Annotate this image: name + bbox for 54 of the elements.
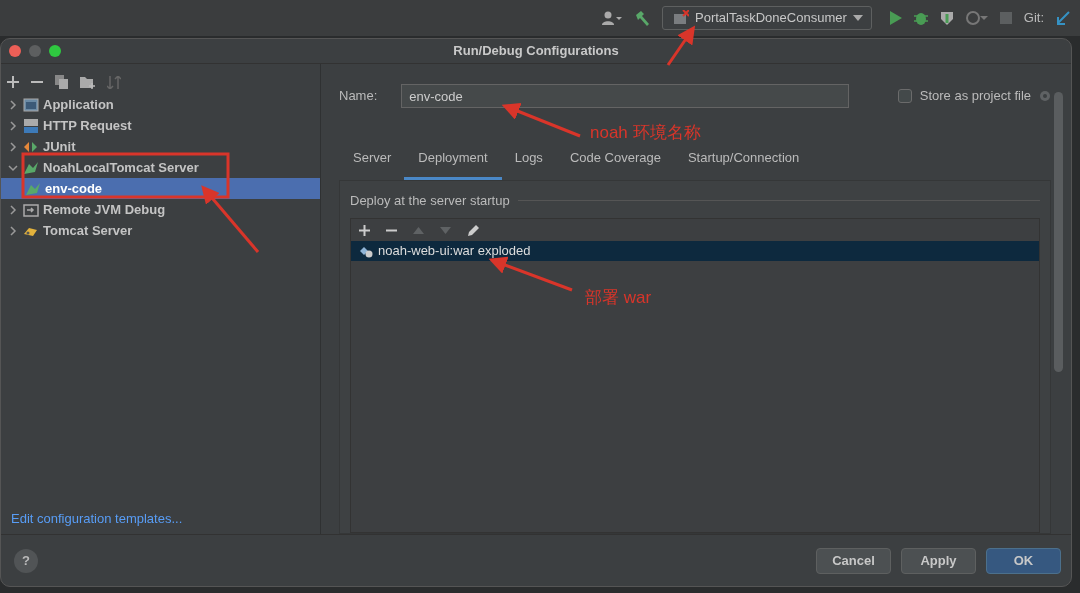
copy-icon[interactable] bbox=[55, 75, 68, 89]
help-button[interactable]: ? bbox=[14, 548, 38, 573]
http-icon bbox=[23, 117, 39, 134]
tree-item[interactable]: Remote JVM Debug bbox=[1, 199, 320, 220]
chevron-icon[interactable] bbox=[7, 140, 19, 153]
annotation-label: 部署 war bbox=[585, 287, 652, 309]
tab[interactable]: Server bbox=[353, 148, 392, 180]
new-folder-icon[interactable] bbox=[80, 75, 95, 89]
checkbox-label: Store as project file bbox=[919, 87, 1031, 106]
vcs-label: Git: bbox=[1023, 9, 1044, 28]
annotation-arrow bbox=[666, 25, 696, 66]
caret-icon bbox=[852, 15, 863, 21]
configuration-icon bbox=[673, 10, 690, 26]
chevron-icon[interactable] bbox=[7, 119, 19, 132]
user-icon[interactable] bbox=[602, 11, 623, 25]
tree-item[interactable]: Application bbox=[1, 94, 320, 115]
tree-item[interactable]: JUnit bbox=[1, 136, 320, 157]
section-title: Deploy at the server startup bbox=[350, 191, 510, 210]
tab[interactable]: Code Coverage bbox=[569, 148, 661, 180]
update-icon[interactable] bbox=[1056, 11, 1070, 25]
annotation-label: noah 环境名称 bbox=[590, 122, 701, 144]
remote-icon bbox=[23, 201, 39, 218]
name-field[interactable]: env-code bbox=[401, 84, 850, 108]
apply-button[interactable]: Apply bbox=[901, 547, 976, 574]
tab[interactable]: Startup/Connection bbox=[687, 148, 800, 180]
scrollbar[interactable] bbox=[1054, 92, 1063, 372]
artifact-icon bbox=[359, 244, 373, 258]
edit-icon[interactable] bbox=[467, 223, 480, 237]
cancel-button[interactable]: Cancel bbox=[816, 547, 891, 574]
tree-item[interactable]: NoahLocalTomcat Server bbox=[1, 157, 320, 178]
add-icon[interactable] bbox=[7, 76, 19, 88]
name-label: Name: bbox=[339, 87, 378, 106]
application-icon bbox=[23, 96, 39, 113]
run-configuration-dropdown[interactable]: PortalTaskDoneConsumer bbox=[662, 6, 872, 30]
hammer-icon[interactable] bbox=[634, 10, 651, 26]
add-icon[interactable] bbox=[359, 224, 370, 236]
run-icon[interactable] bbox=[889, 11, 902, 25]
edit-templates-link[interactable]: Edit configuration templates... bbox=[1, 508, 320, 528]
profiler-icon[interactable] bbox=[965, 11, 988, 25]
annotation-arrow bbox=[201, 185, 260, 253]
checkbox[interactable] bbox=[897, 89, 912, 103]
chevron-icon[interactable] bbox=[7, 224, 19, 237]
ok-button[interactable]: OK bbox=[986, 547, 1061, 574]
close-button[interactable] bbox=[9, 45, 21, 57]
tree-item[interactable]: HTTP Request bbox=[1, 115, 320, 136]
coverage-icon[interactable] bbox=[939, 11, 954, 25]
zoom-button[interactable] bbox=[49, 45, 61, 57]
debug-icon[interactable] bbox=[913, 11, 928, 25]
window-title: Run/Debug Configurations bbox=[453, 42, 619, 61]
chevron-icon[interactable] bbox=[7, 98, 19, 111]
deployment-item[interactable]: noah-web-ui:war exploded bbox=[351, 241, 1039, 261]
tree-item[interactable]: Tomcat Server bbox=[1, 220, 320, 241]
tab[interactable]: Logs bbox=[514, 148, 543, 180]
chevron-icon[interactable] bbox=[7, 203, 19, 216]
